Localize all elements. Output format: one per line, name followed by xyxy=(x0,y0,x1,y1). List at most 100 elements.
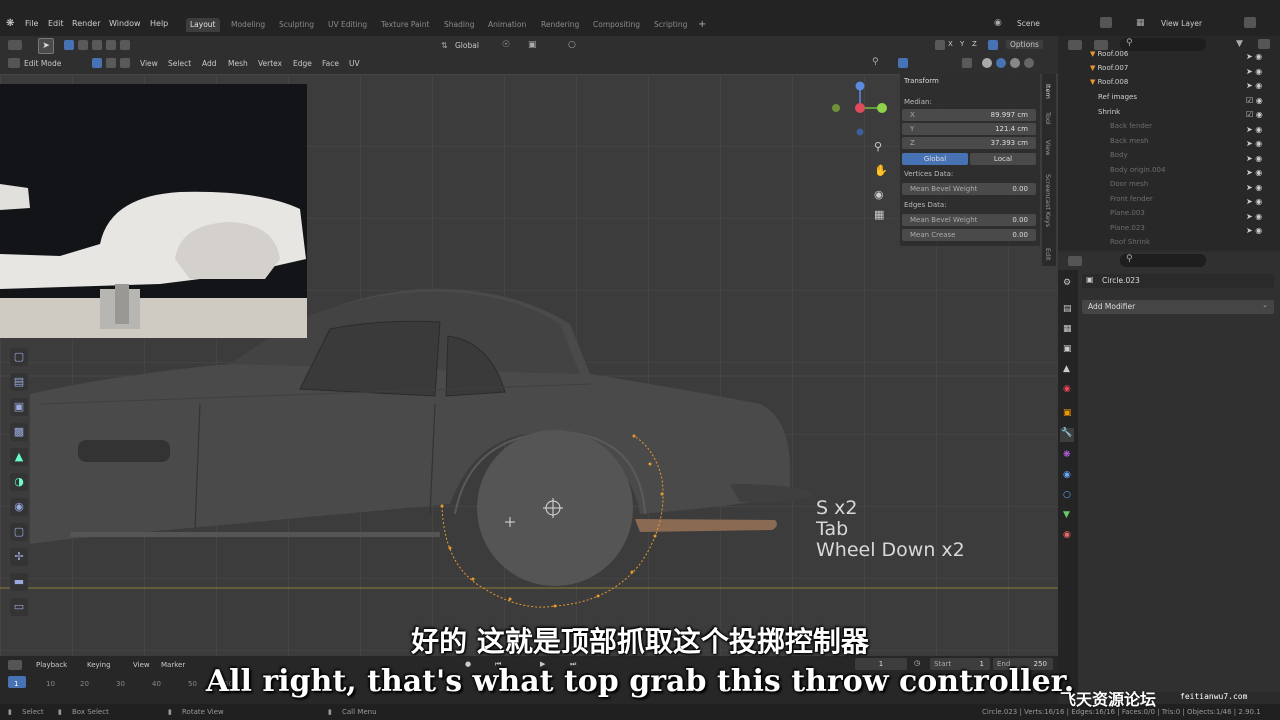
face-select-icon[interactable] xyxy=(120,58,130,68)
poly-build-tool-icon[interactable]: ▢ xyxy=(10,523,28,541)
outliner-row[interactable]: Plane.023 xyxy=(1110,224,1145,237)
edge-bevel-weight-field[interactable]: Mean Bevel Weight 0.00 xyxy=(902,214,1036,226)
options-dropdown[interactable]: Options xyxy=(1006,40,1043,49)
axis-x-toggle[interactable]: X xyxy=(948,40,953,48)
vertex-select-icon[interactable] xyxy=(92,58,102,68)
rendered-shading-icon[interactable] xyxy=(1024,58,1034,68)
editor-type-icon[interactable] xyxy=(8,40,22,50)
select-mode-intersect-icon[interactable] xyxy=(120,40,130,50)
global-toggle[interactable]: Global xyxy=(902,153,968,165)
outliner-editor-type-icon[interactable] xyxy=(1068,40,1082,50)
outliner-row[interactable]: Body origin.004 xyxy=(1110,166,1165,179)
tweak-tool-icon[interactable]: ▢ xyxy=(10,348,28,366)
outliner-row[interactable]: Shrink xyxy=(1098,108,1120,121)
eye-icon[interactable]: ➤ ◉ xyxy=(1246,195,1276,210)
axis-y-toggle[interactable]: Y xyxy=(960,40,964,48)
spin-tool-icon[interactable]: ✢ xyxy=(10,548,28,566)
blender-logo-icon[interactable]: ❋ xyxy=(6,18,18,30)
outliner-row[interactable]: ▼ Roof.008 xyxy=(1090,78,1128,91)
location-y-field[interactable]: Y 121.4 cm xyxy=(902,123,1036,135)
tab-compositing[interactable]: Compositing xyxy=(589,18,644,32)
eye-icon[interactable]: ☑ ◉ xyxy=(1246,108,1276,123)
tab-uv-editing[interactable]: UV Editing xyxy=(324,18,371,32)
perspective-toggle-icon[interactable]: ▦ xyxy=(874,208,884,221)
camera-view-icon[interactable]: ◉ xyxy=(874,188,884,201)
mode-dropdown[interactable]: Edit Mode xyxy=(24,59,61,68)
eye-icon[interactable]: ➤ ◉ xyxy=(1246,210,1276,225)
outliner-row[interactable]: ▼ Roof.007 xyxy=(1090,64,1128,77)
eye-icon[interactable]: ➤ ◉ xyxy=(1246,50,1276,65)
snap-icon[interactable]: ▣ xyxy=(528,40,537,50)
modifier-tab-icon[interactable]: 🔧 xyxy=(1060,428,1074,442)
object-name-field[interactable]: ▣ Circle.023 xyxy=(1082,274,1274,288)
smooth-tool-icon[interactable]: ▬ xyxy=(10,573,28,591)
eye-icon[interactable]: ➤ ◉ xyxy=(1246,152,1276,167)
select-mode-invert-icon[interactable] xyxy=(106,40,116,50)
zoom-icon[interactable]: ⚲ xyxy=(874,140,882,153)
material-tab-icon[interactable]: ◉ xyxy=(1063,530,1071,540)
add-workspace-icon[interactable]: + xyxy=(698,19,706,30)
tool-tab-icon[interactable]: ⚙ xyxy=(1063,278,1071,288)
gizmo-toggle-icon[interactable] xyxy=(898,58,908,68)
tab-screencast-keys[interactable]: Screencast Keys xyxy=(1044,174,1052,227)
menu-file[interactable]: File xyxy=(25,19,38,28)
wireframe-shading-icon[interactable] xyxy=(982,58,992,68)
physics-tab-icon[interactable]: ◉ xyxy=(1063,470,1071,480)
select-tool-icon[interactable]: ➤ xyxy=(38,38,54,54)
menu-select[interactable]: Select xyxy=(168,59,191,68)
shear-tool-icon[interactable]: ▭ xyxy=(10,598,28,616)
outliner-row[interactable]: Front fender xyxy=(1110,195,1153,208)
select-mode-extend-icon[interactable] xyxy=(78,40,88,50)
tab-shading[interactable]: Shading xyxy=(440,18,478,32)
xray-toggle-icon[interactable] xyxy=(962,58,972,68)
tab-animation[interactable]: Animation xyxy=(484,18,530,32)
outliner-row[interactable]: Ref images xyxy=(1098,93,1137,106)
select-mode-new-icon[interactable] xyxy=(64,40,74,50)
axis-z-toggle[interactable]: Z xyxy=(972,40,977,48)
outliner-row[interactable]: Back mesh xyxy=(1110,137,1148,150)
edge-select-icon[interactable] xyxy=(106,58,116,68)
eye-icon[interactable]: ➤ ◉ xyxy=(1246,224,1276,239)
outliner-row[interactable]: Plane.003 xyxy=(1110,209,1145,222)
new-collection-icon[interactable] xyxy=(1258,39,1270,49)
tab-tool[interactable]: Tool xyxy=(1044,112,1052,125)
menu-uv[interactable]: UV xyxy=(349,59,360,68)
menu-help[interactable]: Help xyxy=(150,19,168,28)
new-scene-icon[interactable] xyxy=(1100,17,1112,28)
constraints-tab-icon[interactable]: ○ xyxy=(1063,490,1071,500)
particles-tab-icon[interactable]: ❋ xyxy=(1063,450,1071,460)
object-types-icon[interactable]: ⚲ xyxy=(872,57,879,67)
menu-render[interactable]: Render xyxy=(72,19,100,28)
menu-vertex[interactable]: Vertex xyxy=(258,59,282,68)
local-toggle[interactable]: Local xyxy=(970,153,1036,165)
eye-icon[interactable]: ➤ ◉ xyxy=(1246,166,1276,181)
view-layer-tab-icon[interactable]: ▣ xyxy=(1063,344,1072,354)
tab-view[interactable]: View xyxy=(1044,140,1052,155)
output-tab-icon[interactable]: ▦ xyxy=(1063,324,1072,334)
eye-icon[interactable]: ➤ ◉ xyxy=(1246,79,1276,94)
transform-orientation-dropdown[interactable]: Global xyxy=(455,41,479,50)
mean-crease-field[interactable]: Mean Crease 0.00 xyxy=(902,229,1036,241)
tab-rendering[interactable]: Rendering xyxy=(537,18,583,32)
display-mode-icon[interactable] xyxy=(1094,40,1108,50)
outliner-row[interactable]: ▼ Roof.006 xyxy=(1090,50,1128,63)
material-shading-icon[interactable] xyxy=(1010,58,1020,68)
location-z-field[interactable]: Z 37.393 cm xyxy=(902,137,1036,149)
eye-icon[interactable]: ➤ ◉ xyxy=(1246,137,1276,152)
menu-mesh[interactable]: Mesh xyxy=(228,59,248,68)
add-modifier-button[interactable]: Add Modifier ⌄ xyxy=(1082,300,1274,314)
loop-cut-tool-icon[interactable]: ◑ xyxy=(10,473,28,491)
eye-icon[interactable]: ➤ ◉ xyxy=(1246,65,1276,80)
outliner-search-input[interactable]: ⚲ xyxy=(1120,38,1206,51)
menu-window[interactable]: Window xyxy=(109,19,141,28)
tab-scripting[interactable]: Scripting xyxy=(650,18,691,32)
data-tab-icon[interactable]: ▼ xyxy=(1063,510,1070,520)
world-tab-icon[interactable]: ◉ xyxy=(1063,384,1071,394)
menu-edit[interactable]: Edit xyxy=(48,19,64,28)
menu-add[interactable]: Add xyxy=(202,59,217,68)
tab-modeling[interactable]: Modeling xyxy=(227,18,269,32)
location-x-field[interactable]: X 89.997 cm xyxy=(902,109,1036,121)
outliner-row[interactable]: Back fender xyxy=(1110,122,1152,135)
pivot-point-icon[interactable]: ☉ xyxy=(502,40,510,50)
filter-icon[interactable]: ▼ xyxy=(1236,39,1243,49)
